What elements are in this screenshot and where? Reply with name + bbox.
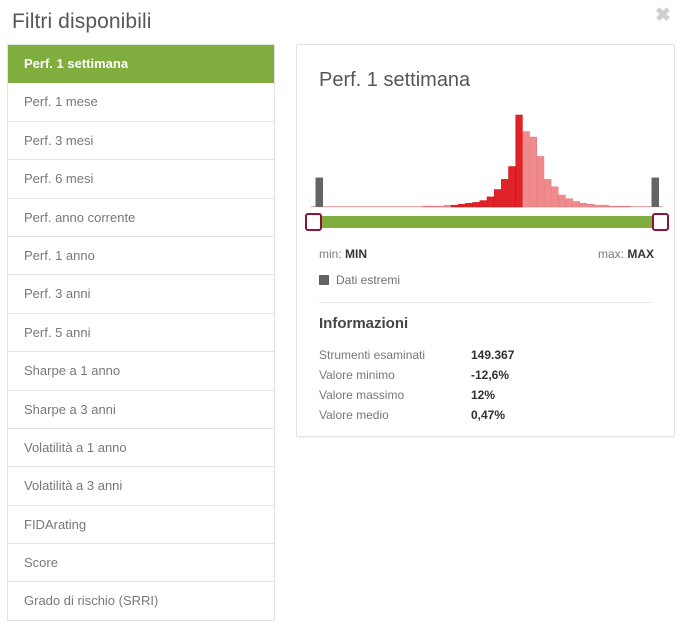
sidebar-item-label: FIDArating <box>24 516 87 532</box>
histogram-bar <box>443 204 452 208</box>
sidebar-item-label: Perf. 1 settimana <box>24 56 129 71</box>
histogram-bar <box>529 136 538 208</box>
histogram-bar <box>422 205 430 208</box>
sidebar-item-11[interactable]: Volatilità a 3 anni <box>8 467 274 506</box>
info-table: Strumenti esaminati 149.367 Valore minimo -… <box>319 348 619 428</box>
sidebar-item-5[interactable]: Perf. 1 anno <box>8 236 274 276</box>
histogram-bar <box>544 179 552 208</box>
info-row: Valore minimo -12,6% <box>319 368 619 388</box>
histogram-bar <box>565 198 573 208</box>
histogram-bar <box>615 205 624 208</box>
histogram-bar <box>608 205 616 208</box>
sidebar-item-4[interactable]: Perf. anno corrente <box>8 198 274 237</box>
histogram-svg <box>311 114 663 208</box>
sidebar-item-label: Score <box>24 555 58 571</box>
histogram-bar <box>572 201 581 208</box>
info-row: Valore massimo 12% <box>319 388 619 408</box>
sidebar-item-9[interactable]: Sharpe a 3 anni <box>8 390 274 429</box>
sidebar-item-label: Perf. 1 mese <box>24 94 98 110</box>
filter-list: Perf. 1 settimana Perf. 1 mese Perf. 3 mes… <box>7 44 275 621</box>
sidebar-item-13[interactable]: Score <box>8 544 274 583</box>
sidebar-item-6[interactable]: Perf. 3 anni <box>8 275 274 314</box>
histogram-bar <box>515 114 523 208</box>
info-row-key: Valore massimo <box>319 388 405 402</box>
max-prefix: max: <box>597 247 624 261</box>
info-row-value: 0,47% <box>471 408 506 422</box>
histogram-bar <box>594 204 602 208</box>
legend-extremes-label: Dati estremi <box>336 273 401 287</box>
histogram-bar <box>558 194 566 208</box>
sidebar-item-label: Volatilità a 1 anno <box>24 439 127 455</box>
histogram-bar <box>601 204 609 208</box>
info-row-value: 149.367 <box>471 348 515 362</box>
sidebar-item-label: Sharpe a 3 anni <box>24 401 116 417</box>
sidebar-item-label: Perf. 5 anni <box>24 324 91 340</box>
sidebar-item-label: Grado di rischio (SRRI) <box>24 593 159 609</box>
histogram-bar <box>587 203 595 208</box>
histogram-bar <box>486 196 495 208</box>
sidebar-item-2[interactable]: Perf. 3 mesi <box>8 121 274 161</box>
detail-panel-title: Perf. 1 settimana <box>319 69 471 91</box>
histogram-bar <box>472 202 480 208</box>
slider-handle-min[interactable] <box>305 213 322 231</box>
histogram-bar <box>465 203 473 208</box>
info-heading: Informazioni <box>319 315 409 332</box>
histogram-bar <box>429 205 437 208</box>
max-value: MAX <box>627 247 654 261</box>
info-row-key: Valore minimo <box>319 368 395 382</box>
histogram-bar <box>458 203 466 208</box>
info-row: Strumenti esaminati 149.367 <box>319 348 619 368</box>
page-title: Filtri disponibili <box>12 10 152 33</box>
sidebar-item-label: Perf. anno corrente <box>24 209 136 225</box>
info-row-key: Strumenti esaminati <box>319 348 426 362</box>
extremes-swatch-icon <box>319 275 329 285</box>
distribution-histogram[interactable] <box>307 102 667 219</box>
sidebar-item-1[interactable]: Perf. 1 mese <box>8 83 274 122</box>
info-row-value: -12,6% <box>471 368 510 382</box>
sidebar-item-8[interactable]: Sharpe a 1 anno <box>8 352 274 391</box>
info-divider <box>319 302 653 303</box>
histogram-bar <box>508 166 516 208</box>
sidebar-item-label: Volatilità a 3 anni <box>24 478 123 494</box>
min-prefix: min: <box>319 247 342 261</box>
sidebar-item-label: Perf. 6 mesi <box>24 171 94 187</box>
info-row-key: Valore medio <box>319 408 389 422</box>
minmax-labels: min: MIN max: MAX <box>319 247 654 261</box>
sidebar-item-0[interactable]: Perf. 1 settimana <box>8 45 274 84</box>
sidebar-item-3[interactable]: Perf. 6 mesi <box>8 160 274 199</box>
histogram-bar <box>479 200 487 208</box>
histogram-bar <box>622 205 631 208</box>
min-label: min: MIN <box>319 247 367 261</box>
histogram-bar <box>501 179 509 208</box>
sidebar-item-12[interactable]: FIDArating <box>8 505 274 545</box>
extreme-bar-left <box>315 177 323 207</box>
histogram-bar <box>551 186 559 208</box>
histogram-bar <box>436 205 444 208</box>
histogram-bar <box>450 204 459 208</box>
range-slider[interactable] <box>305 213 669 231</box>
sidebar-item-label: Perf. 3 mesi <box>24 132 94 148</box>
slider-handle-max[interactable] <box>652 213 669 231</box>
info-row: Valore medio 0,47% <box>319 408 619 428</box>
sidebar-item-14[interactable]: Grado di rischio (SRRI) <box>8 582 274 621</box>
close-icon[interactable]: ✖ <box>649 2 677 30</box>
histogram-bar <box>522 131 530 208</box>
slider-track[interactable] <box>309 216 665 228</box>
sidebar-item-7[interactable]: Perf. 5 anni <box>8 313 274 353</box>
min-value: MIN <box>345 247 368 261</box>
extreme-bar-right <box>651 177 659 207</box>
sidebar-item-label: Sharpe a 1 anno <box>24 363 121 379</box>
detail-panel: Perf. 1 settimana min: MIN max: MAX Dati… <box>296 44 675 437</box>
histogram-bar <box>536 156 545 208</box>
histogram-bar <box>579 203 588 208</box>
sidebar-item-label: Perf. 3 anni <box>24 286 91 302</box>
histogram-bar <box>493 189 502 208</box>
sidebar-item-label: Perf. 1 anno <box>24 247 95 263</box>
sidebar-item-10[interactable]: Volatilità a 1 anno <box>8 428 274 468</box>
legend-extremes-toggle[interactable]: Dati estremi <box>319 273 400 287</box>
info-row-value: 12% <box>471 388 496 402</box>
max-label: max: MAX <box>598 247 654 261</box>
filter-dialog: Filtri disponibili ✖ Perf. 1 settimana Pe… <box>0 0 682 626</box>
